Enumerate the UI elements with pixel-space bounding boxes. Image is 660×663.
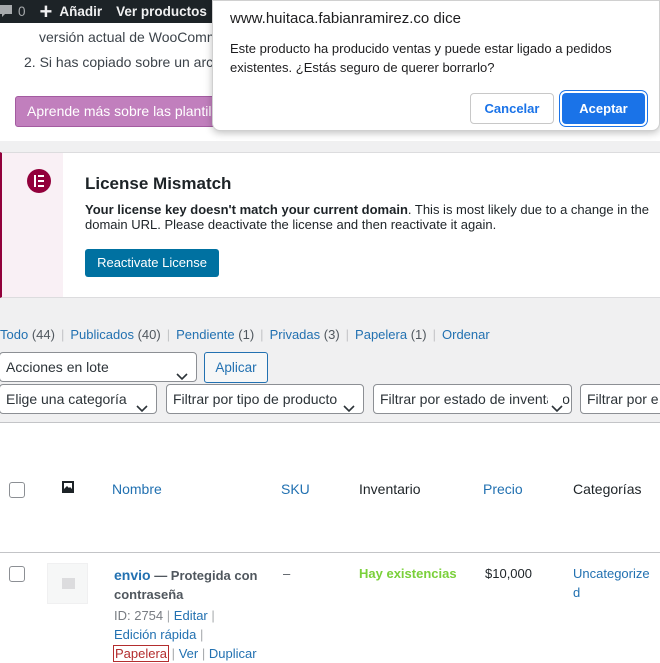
row-checkbox[interactable] [9,566,25,582]
quick-edit-link[interactable]: Edición rápida [114,627,196,642]
product-id: ID: 2754 [114,608,164,623]
duplicate-link[interactable]: Duplicar [209,646,257,661]
placeholder-image-icon [62,578,75,589]
cancel-button[interactable]: Cancelar [470,93,554,124]
edit-link[interactable]: Editar [174,608,208,623]
table-row: envio — Protegida con contraseña ID: 275… [0,554,660,663]
license-title: License Mismatch [85,174,232,193]
products-table: Nombre SKU Inventario Precio Categorías … [0,422,660,663]
chevron-down-icon [548,394,563,413]
column-price[interactable]: Precio [483,481,523,497]
confirm-dialog: www.huitaca.fabianramirez.co dice Este p… [212,0,660,131]
more-filter-select[interactable]: Filtrar por e [580,384,660,414]
product-price: $10,000 [485,566,532,581]
more-filter-value: Filtrar por e [587,391,659,407]
category-filter-select[interactable]: Elige una categoría [0,384,157,414]
stock-status-filter-select[interactable]: Filtrar por estado de inventario [373,384,572,414]
status-link-pending[interactable]: Pendiente [176,327,235,342]
trash-link[interactable]: Papelera [112,645,170,662]
comments-count: 0 [18,4,26,19]
elementor-logo-icon [27,169,51,193]
product-name-cell: envio — Protegida con contraseña [114,566,274,604]
notice-icon-column [2,153,63,297]
status-filter-links: Todo (44) | Publicados (40) | Pendiente (1) |… [0,327,490,342]
learn-more-button[interactable]: Aprende más sobre las plantilla [15,96,245,127]
status-count-pending: (1) [238,327,255,342]
column-sku[interactable]: SKU [281,481,310,497]
status-link-sort[interactable]: Ordenar [442,327,490,342]
dialog-origin: www.huitaca.fabianramirez.co dice [230,10,461,27]
row-actions: ID: 2754 | Editar | Edición rápida | Pap… [112,608,257,662]
product-sku: – [283,566,291,581]
admin-bar-comments[interactable]: 0 [0,4,26,19]
admin-bar-new-label: Añadir [59,4,103,19]
status-count-private: (3) [323,327,340,342]
stock-status-badge: Hay existencias [359,566,457,581]
status-count-trash: (1) [410,327,427,342]
dialog-message: Este producto ha producido ventas y pued… [230,41,612,75]
table-header: Nombre SKU Inventario Precio Categorías [0,423,660,553]
column-stock: Inventario [359,481,421,497]
admin-bar-view-products[interactable]: Ver productos [116,4,207,19]
reactivate-license-button[interactable]: Reactivate License [85,249,219,277]
notice-line-2: 2. Si has copiado sobre un arch [24,54,221,70]
speech-bubble-icon [0,5,12,18]
product-type-filter-value: Filtrar por tipo de producto [173,391,338,407]
plus-icon: + [39,0,53,24]
apply-bulk-button[interactable]: Aplicar [204,352,268,383]
status-link-private[interactable]: Privadas [270,327,321,342]
status-count-all: (44) [31,327,55,342]
admin-bar-view-label: Ver productos [116,4,207,19]
license-description: Your license key doesn't match your curr… [85,202,660,232]
accept-button[interactable]: Aceptar [562,93,645,124]
product-name-link[interactable]: envio [114,567,151,583]
chevron-down-icon [136,394,148,413]
status-link-trash[interactable]: Papelera [355,327,407,342]
status-link-published[interactable]: Publicados [70,327,134,342]
image-icon [61,480,75,497]
column-name[interactable]: Nombre [112,481,162,497]
product-thumbnail[interactable] [47,563,88,604]
status-link-all[interactable]: Todo [0,327,28,342]
chevron-down-icon [340,394,355,413]
bulk-actions-value: Acciones en lote [6,359,109,375]
chevron-down-icon [176,362,188,381]
license-mismatch-notice: License Mismatch Your license key doesn'… [0,152,660,298]
view-link[interactable]: Ver [179,646,199,661]
category-filter-value: Elige una categoría [6,391,127,407]
notice-line-1: versión actual de WooComm [39,29,219,45]
product-category-link[interactable]: Uncategorized [573,564,653,602]
bulk-actions-select[interactable]: Acciones en lote [0,352,197,382]
license-desc-bold: Your license key doesn't match your curr… [85,202,408,217]
status-count-published: (40) [137,327,161,342]
column-categories: Categorías [573,481,642,497]
select-all-checkbox[interactable] [9,482,25,498]
stock-status-filter-value: Filtrar por estado de inventario [380,391,570,407]
admin-bar-new[interactable]: + Añadir [39,0,103,24]
product-type-filter-select[interactable]: Filtrar por tipo de producto [166,384,364,414]
